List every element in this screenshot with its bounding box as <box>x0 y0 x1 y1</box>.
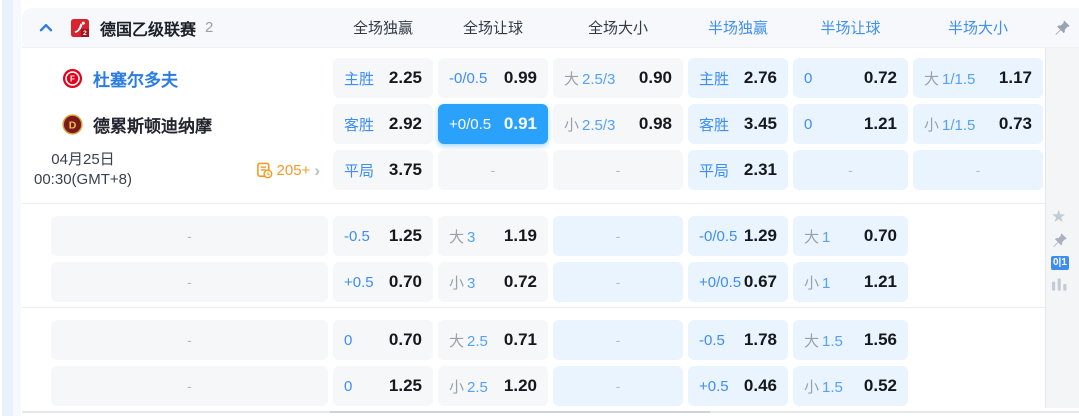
odds-cell-ft-win-home[interactable]: 主胜 2.25 <box>333 58 433 98</box>
column-header-ht-1x2[interactable]: 半场独赢 <box>688 17 788 38</box>
match-datetime: 04月25日 00:30(GMT+8) <box>34 150 132 190</box>
odds-cell-empty: - <box>51 366 328 406</box>
left-gutter-strip-light <box>13 0 21 416</box>
odds-block-main: F 杜塞尔多夫 主胜 2.25 -0/0.5 0.99 大 2.5/3 0.90 主胜 2… <box>22 48 1045 203</box>
odds-cell-ht-hcp-away[interactable]: 0 1.21 <box>793 104 908 144</box>
odds-cell-ht-under[interactable]: 小 1 1.21 <box>793 262 908 302</box>
odds-cell-ft-over[interactable]: 大 2.5/3 0.90 <box>553 58 683 98</box>
odds-table: F 杜塞尔多夫 主胜 2.25 -0/0.5 0.99 大 2.5/3 0.90 主胜 2… <box>22 48 1046 408</box>
odds-cell-ft-under[interactable]: 小 2.5 1.20 <box>438 366 548 406</box>
odds-row: - 0 0.70 大 2.5 0.71 - -0.5 1.78 大 1.5 1.56 <box>22 320 1045 360</box>
markets-chevron-right-icon: › <box>314 160 320 180</box>
odds-cell-empty: - <box>553 262 683 302</box>
home-team-logo-icon: F <box>62 68 83 89</box>
column-header-ft-1x2[interactable]: 全场独赢 <box>333 17 433 38</box>
odds-cell-ft-under[interactable]: 小 3 0.72 <box>438 262 548 302</box>
more-markets-link[interactable]: 205+ › <box>256 162 320 179</box>
odds-block-alt-2: - 0 0.70 大 2.5 0.71 - -0.5 1.78 大 1.5 1.56 - 0… <box>22 307 1045 406</box>
league-match-count: 2 <box>205 19 214 36</box>
league-logo-icon: 2 <box>71 18 89 37</box>
league-info: 2 德国乙级联赛 2 <box>22 16 328 40</box>
odds-cell-ht-under[interactable]: 小 1.5 0.52 <box>793 366 908 406</box>
odds-cell-ht-hcp[interactable]: -0.5 1.78 <box>688 320 788 360</box>
odds-cell-ht-win-home[interactable]: 主胜 2.76 <box>688 58 788 98</box>
odds-cell-empty: - <box>553 216 683 256</box>
away-team[interactable]: D 德累斯顿迪纳摩 <box>22 112 212 137</box>
odds-body: F 杜塞尔多夫 主胜 2.25 -0/0.5 0.99 大 2.5/3 0.90 主胜 2… <box>22 48 1079 408</box>
odds-cell-ft-draw[interactable]: 平局 3.75 <box>333 150 433 190</box>
odds-row: - -0.5 1.25 大 3 1.19 - -0/0.5 1.29 大 1 0.70 <box>22 216 1045 256</box>
markets-doc-clock-icon <box>256 162 273 179</box>
odds-cell-ft-over[interactable]: 大 3 1.19 <box>438 216 548 256</box>
match-time: 00:30(GMT+8) <box>34 171 132 188</box>
column-header-ht-handicap[interactable]: 半场让球 <box>793 17 908 38</box>
column-header-ht-overunder[interactable]: 半场大小 <box>913 17 1043 38</box>
odds-row-draw: 04月25日 00:30(GMT+8) 205+ › 平局 3.75 - - 平… <box>22 150 1045 190</box>
odds-cell-ht-hcp[interactable]: -0/0.5 1.29 <box>688 216 788 256</box>
odds-cell-ft-hcp-home[interactable]: -0/0.5 0.99 <box>438 58 548 98</box>
odds-cell-empty: - <box>553 150 683 190</box>
odds-cell-empty: - <box>51 216 328 256</box>
right-tools-panel: ★ 0|1 <box>1046 48 1079 408</box>
odds-cell-empty: - <box>553 320 683 360</box>
home-team[interactable]: F 杜塞尔多夫 <box>22 66 178 91</box>
markets-count: 205+ <box>276 161 311 179</box>
left-gutter-strip <box>2 0 13 416</box>
odds-cell-ft-hcp-away-selected[interactable]: +0/0.5 0.91 <box>438 104 548 144</box>
odds-row: - +0.5 0.70 小 3 0.72 - +0/0.5 0.67 小 1 1.21 <box>22 262 1045 302</box>
match-date: 04月25日 <box>51 151 115 168</box>
odds-cell-empty: - <box>51 262 328 302</box>
pin-icon[interactable] <box>1053 19 1079 37</box>
away-team-name[interactable]: 德累斯顿迪纳摩 <box>93 112 212 137</box>
home-team-name[interactable]: 杜塞尔多夫 <box>93 66 178 91</box>
horizontal-scrollbar[interactable] <box>22 411 1079 413</box>
svg-text:F: F <box>70 74 75 83</box>
odds-row-away: D 德累斯顿迪纳摩 客胜 2.92 +0/0.5 0.91 小 2.5/3 0.98 客… <box>22 104 1045 144</box>
odds-cell-ht-hcp[interactable]: +0/0.5 0.67 <box>688 262 788 302</box>
svg-text:2: 2 <box>83 30 87 37</box>
odds-cell-ht-over[interactable]: 大 1/1.5 1.17 <box>913 58 1043 98</box>
odds-cell-empty: - <box>793 150 908 190</box>
odds-cell-ft-hcp[interactable]: -0.5 1.25 <box>333 216 433 256</box>
odds-cell-empty: - <box>913 150 1043 190</box>
odds-cell-ht-hcp[interactable]: +0.5 0.46 <box>688 366 788 406</box>
svg-text:D: D <box>69 119 77 131</box>
stats-bar-chart-icon[interactable] <box>1051 277 1068 291</box>
odds-cell-ft-under[interactable]: 小 2.5/3 0.98 <box>553 104 683 144</box>
odds-cell-ht-hcp-home[interactable]: 0 0.72 <box>793 58 908 98</box>
odds-cell-ft-hcp[interactable]: 0 0.70 <box>333 320 433 360</box>
odds-cell-ft-hcp[interactable]: 0 1.25 <box>333 366 433 406</box>
scrollbar-thumb[interactable] <box>330 411 710 413</box>
collapse-chevron-up-icon[interactable] <box>35 17 57 39</box>
odds-cell-ht-win-away[interactable]: 客胜 3.45 <box>688 104 788 144</box>
odds-cell-ht-draw[interactable]: 平局 2.31 <box>688 150 788 190</box>
column-header-ft-overunder[interactable]: 全场大小 <box>553 17 683 38</box>
odds-cell-ft-over[interactable]: 大 2.5 0.71 <box>438 320 548 360</box>
away-team-logo-icon: D <box>62 113 83 135</box>
odds-cell-ft-win-away[interactable]: 客胜 2.92 <box>333 104 433 144</box>
odds-cell-empty: - <box>553 366 683 406</box>
odds-cell-ft-hcp[interactable]: +0.5 0.70 <box>333 262 433 302</box>
score-compare-badge[interactable]: 0|1 <box>1051 256 1069 270</box>
odds-block-alt-1: - -0.5 1.25 大 3 1.19 - -0/0.5 1.29 大 1 0.70 - … <box>22 203 1045 307</box>
odds-cell-ht-under[interactable]: 小 1/1.5 0.73 <box>913 104 1043 144</box>
odds-row-home: F 杜塞尔多夫 主胜 2.25 -0/0.5 0.99 大 2.5/3 0.90 主胜 2… <box>22 58 1045 98</box>
odds-cell-ht-over[interactable]: 大 1.5 1.56 <box>793 320 908 360</box>
pin-icon[interactable] <box>1051 232 1068 249</box>
league-header-row: 2 德国乙级联赛 2 全场独赢 全场让球 全场大小 半场独赢 半场让球 半场大小 <box>22 8 1079 48</box>
odds-row: - 0 1.25 小 2.5 1.20 - +0.5 0.46 小 1.5 0.52 <box>22 366 1045 406</box>
column-header-ft-handicap[interactable]: 全场让球 <box>438 17 548 38</box>
odds-cell-empty: - <box>51 320 328 360</box>
favorite-star-icon[interactable]: ★ <box>1051 208 1066 225</box>
league-odds-panel: 2 德国乙级联赛 2 全场独赢 全场让球 全场大小 半场独赢 半场让球 半场大小… <box>22 8 1079 408</box>
odds-cell-ht-over[interactable]: 大 1 0.70 <box>793 216 908 256</box>
league-title[interactable]: 德国乙级联赛 <box>100 16 196 40</box>
odds-cell-empty: - <box>438 150 548 190</box>
